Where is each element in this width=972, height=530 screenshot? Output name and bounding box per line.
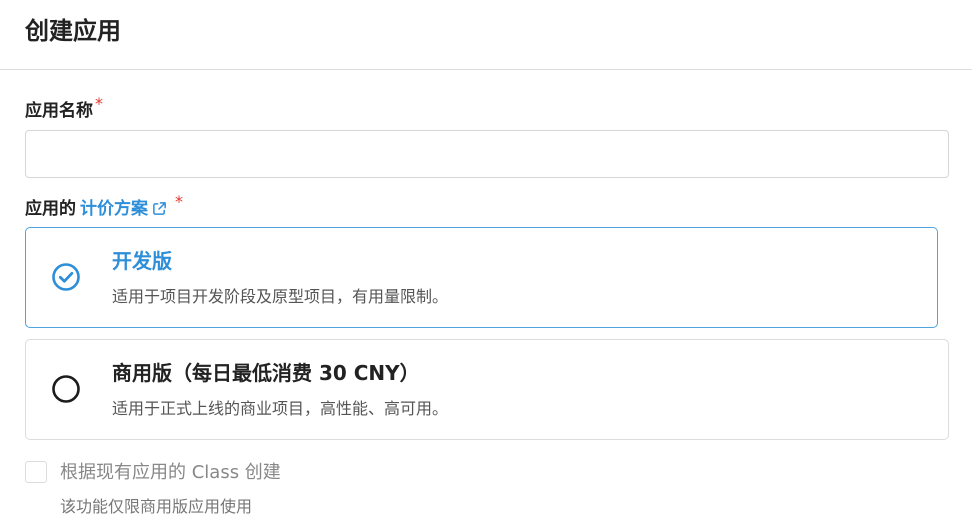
plan-description: 适用于正式上线的商业项目，高性能、高可用。 bbox=[112, 399, 449, 418]
required-mark: * bbox=[95, 94, 103, 113]
pricing-link-text: 计价方案 bbox=[80, 199, 148, 219]
page-title: 创建应用 bbox=[25, 17, 121, 45]
required-mark: * bbox=[175, 192, 183, 211]
clone-class-checkbox[interactable] bbox=[25, 461, 47, 483]
check-circle-icon bbox=[52, 263, 80, 291]
page-header: 创建应用 bbox=[0, 0, 972, 70]
external-link-icon bbox=[152, 199, 167, 223]
plan-description: 适用于项目开发阶段及原型项目，有用量限制。 bbox=[112, 287, 449, 306]
radio-empty-icon bbox=[52, 375, 80, 403]
clone-class-label[interactable]: 根据现有应用的 Class 创建 bbox=[60, 460, 281, 486]
plan-title: 开发版 bbox=[112, 249, 172, 273]
pricing-plan-label: 应用的 计价方案 * bbox=[25, 192, 183, 223]
clone-class-hint: 该功能仅限商用版应用使用 bbox=[60, 497, 253, 516]
plan-option-commercial[interactable]: 商用版（每日最低消费 30 CNY） 适用于正式上线的商业项目，高性能、高可用。 bbox=[25, 339, 949, 440]
app-name-label: 应用名称 * bbox=[25, 94, 103, 123]
pricing-label-prefix: 应用的 bbox=[25, 199, 76, 219]
app-name-label-text: 应用名称 bbox=[25, 101, 93, 121]
pricing-plan-link[interactable]: 计价方案 bbox=[80, 199, 167, 219]
plan-option-developer[interactable]: 开发版 适用于项目开发阶段及原型项目，有用量限制。 bbox=[25, 227, 938, 328]
plan-title: 商用版（每日最低消费 30 CNY） bbox=[112, 361, 420, 385]
app-name-input[interactable] bbox=[25, 130, 949, 178]
